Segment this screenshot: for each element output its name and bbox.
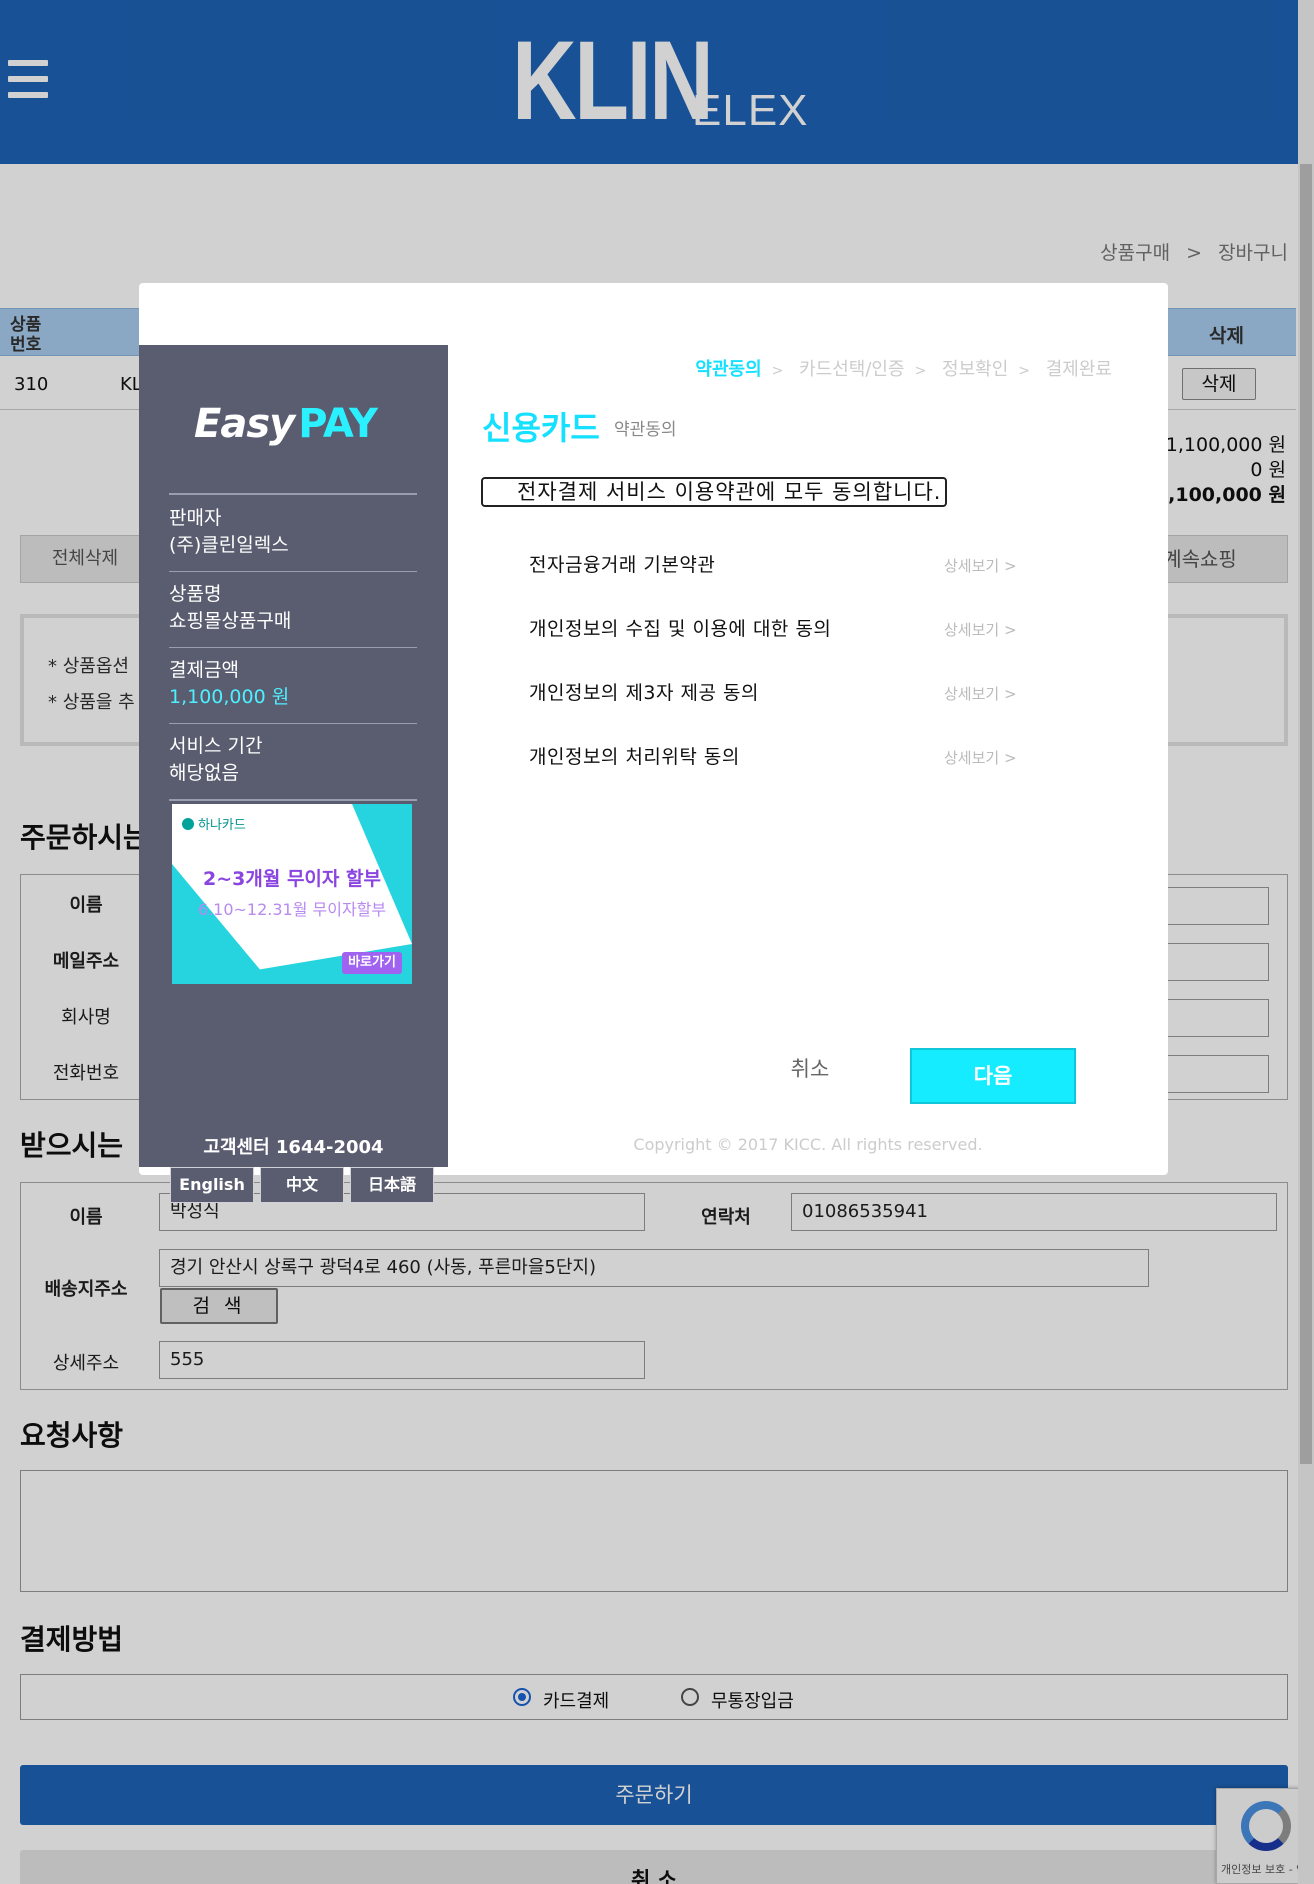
product-label: 상품명 (169, 583, 222, 605)
divider (169, 493, 417, 495)
term-detail-link[interactable]: 상세보기 > (944, 619, 1017, 640)
lang-chinese-button[interactable]: 中文 (260, 1167, 344, 1203)
customer-center: 고객센터 1644-2004 (203, 1137, 384, 1158)
divider (169, 647, 417, 648)
term-detail-link[interactable]: 상세보기 > (944, 683, 1017, 704)
term-item[interactable]: 개인정보의 제3자 제공 동의 (529, 678, 759, 705)
easypay-logo: Easy PAY (194, 401, 378, 447)
logo-easy-text: Easy (194, 401, 295, 447)
step-complete: 결제완료 (1045, 359, 1112, 380)
step-terms: 약관동의 (695, 359, 762, 380)
lang-japanese-button[interactable]: 日本語 (350, 1167, 434, 1203)
step-arrow: > (914, 363, 927, 379)
term-item[interactable]: 개인정보의 수집 및 이용에 대한 동의 (529, 614, 831, 641)
logo-pay-text: PAY (298, 401, 378, 447)
term-detail-link[interactable]: 상세보기 > (944, 555, 1017, 576)
term-item[interactable]: 전자금융거래 기본약관 (529, 550, 715, 577)
term-detail-link[interactable]: 상세보기 > (944, 747, 1017, 768)
easypay-modal: Easy PAY 판매자 (주)클린일렉스 상품명 쇼핑몰상품구매 결제금액 1,… (139, 283, 1168, 1203)
banner-subline: 6.10~12.31월 무이자할부 (197, 900, 387, 919)
banner-headline: 2~3개월 무이자 할부 (203, 868, 381, 890)
modal-subtitle: 약관동의 (614, 420, 677, 440)
easypay-side-panel: Easy PAY 판매자 (주)클린일렉스 상품명 쇼핑몰상품구매 결제금액 1,… (139, 345, 448, 1203)
step-arrow: > (771, 363, 784, 379)
step-indicator: 약관동의 > 카드선택/인증 > 정보확인 > 결제완료 (695, 355, 1112, 381)
hanacard-logo: 하나카드 (182, 814, 246, 833)
modal-next-button[interactable]: 다음 (910, 1048, 1076, 1104)
banner-go-button[interactable]: 바로가기 (342, 952, 402, 974)
term-item[interactable]: 개인정보의 처리위탁 동의 (529, 742, 740, 769)
divider (169, 571, 417, 572)
step-arrow: > (1018, 363, 1031, 379)
hanacard-icon (182, 818, 194, 830)
amount-label: 결제금액 (169, 659, 239, 681)
divider (169, 723, 417, 724)
step-card-select: 카드선택/인증 (799, 359, 905, 380)
hanacard-banner[interactable]: 하나카드 2~3개월 무이자 할부 6.10~12.31월 무이자할부 바로가기 (172, 804, 412, 984)
divider (169, 799, 417, 801)
agree-all-checkbox[interactable]: 전자결제 서비스 이용약관에 모두 동의합니다. (481, 477, 948, 507)
step-info-confirm: 정보확인 (942, 359, 1009, 380)
product-value: 쇼핑몰상품구매 (169, 610, 292, 632)
hanacard-brand: 하나카드 (198, 818, 246, 833)
seller-label: 판매자 (169, 507, 222, 529)
copyright: Copyright © 2017 KICC. All rights reserv… (633, 1135, 983, 1154)
amount-value: 1,100,000 원 (169, 686, 290, 708)
period-value: 해당없음 (169, 762, 239, 784)
modal-cancel-button[interactable]: 취소 (770, 1053, 850, 1083)
period-label: 서비스 기간 (169, 735, 263, 757)
lang-english-button[interactable]: English (170, 1167, 254, 1203)
seller-value: (주)클린일렉스 (169, 534, 289, 556)
modal-title: 신용카드 (482, 409, 600, 447)
